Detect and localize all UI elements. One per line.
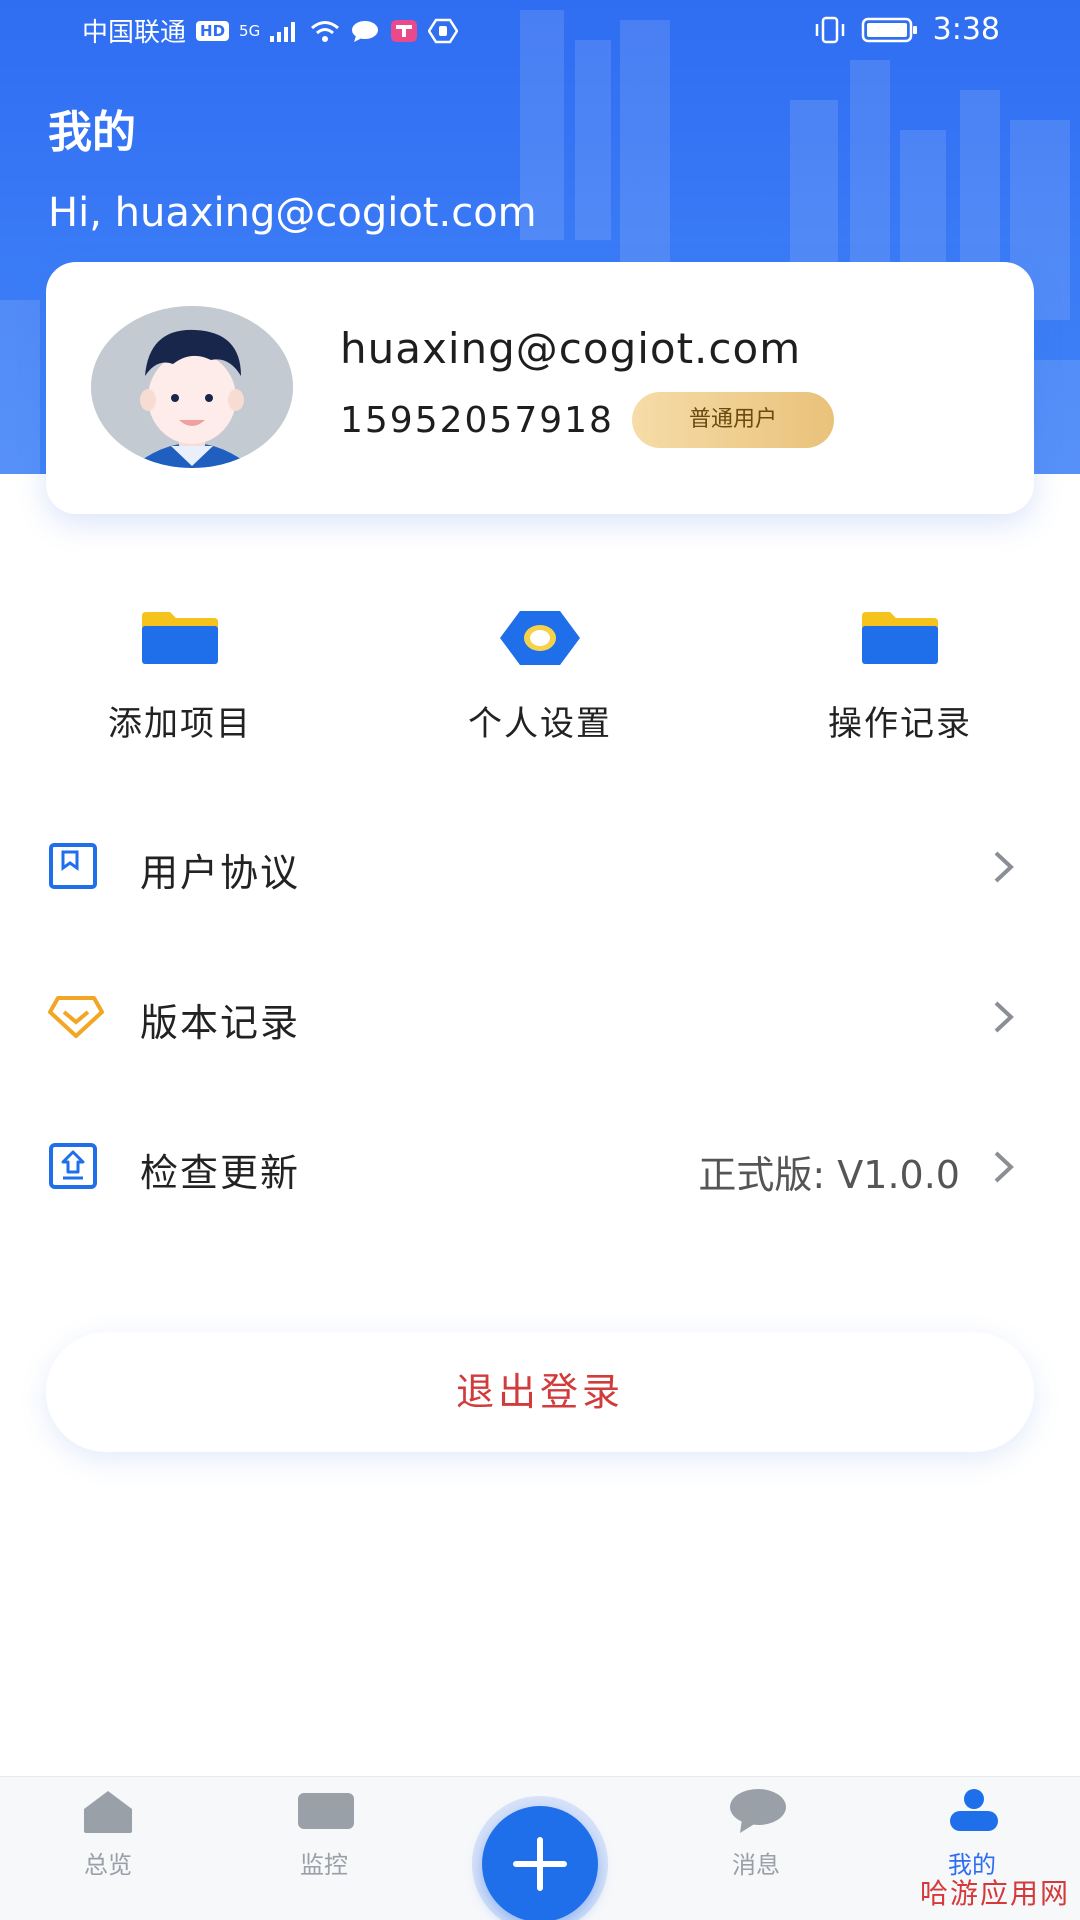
profile-card[interactable]: huaxing@cogiot.com 15952057918 普通用户 — [46, 262, 1034, 514]
tab-messages[interactable]: 消息 — [676, 1787, 836, 1880]
menu-label: 检查更新 — [140, 1151, 301, 1195]
greeting-text: Hi, huaxing@cogiot.com — [48, 190, 537, 236]
tab-monitor[interactable]: 监控 — [244, 1787, 404, 1880]
carrier-label: 中国联通 — [82, 18, 187, 48]
chevron-right-icon — [992, 1000, 1016, 1034]
tab-label: 总览 — [84, 1851, 132, 1879]
logout-button[interactable]: 退出登录 — [46, 1332, 1034, 1452]
menu-item-check-update[interactable]: 检查更新 正式版: V1.0.0 — [0, 1106, 1080, 1226]
clock: 3:38 — [932, 12, 1000, 47]
battery-icon — [861, 17, 917, 42]
quick-action-operation-log[interactable]: 操作记录 — [780, 610, 1020, 745]
update-icon — [48, 1142, 100, 1190]
menu-item-user-agreement[interactable]: 用户协议 — [0, 806, 1080, 926]
plus-icon — [513, 1837, 567, 1891]
tab-mine[interactable]: 我的 — [892, 1787, 1052, 1880]
profile-phone: 15952057918 — [340, 400, 614, 441]
vibrate-icon — [815, 16, 844, 43]
message-icon — [728, 1787, 786, 1835]
add-button[interactable] — [472, 1796, 608, 1920]
folder-icon — [140, 610, 220, 666]
quick-action-label: 个人设置 — [468, 704, 612, 744]
avatar[interactable] — [91, 306, 293, 468]
quick-action-label: 操作记录 — [828, 704, 972, 744]
quick-action-add-project[interactable]: 添加项目 — [60, 610, 300, 745]
watermark: 哈游应用网 — [919, 1877, 1070, 1910]
menu-item-version-history[interactable]: 版本记录 — [0, 956, 1080, 1076]
agreement-icon — [48, 842, 100, 890]
signal-icon — [270, 21, 296, 42]
settings-hex-icon — [500, 610, 580, 666]
tab-label: 消息 — [732, 1851, 780, 1879]
hd-badge: HD — [196, 20, 230, 41]
avatar-illustration — [91, 306, 293, 468]
quick-actions: 添加项目 个人设置 操作记录 — [0, 610, 1080, 760]
page-title: 我的 — [48, 107, 136, 158]
profile-email: huaxing@cogiot.com — [340, 324, 802, 373]
version-value: 正式版: V1.0.0 — [698, 1153, 960, 1197]
status-bar: 中国联通 HD 5G 3:38 — [0, 0, 1080, 60]
folder-icon — [860, 610, 940, 666]
user-icon — [944, 1787, 1000, 1835]
menu-label: 版本记录 — [140, 1001, 301, 1045]
add-button-circle — [482, 1806, 598, 1920]
chevron-right-icon — [992, 1150, 1016, 1184]
quick-action-personal-settings[interactable]: 个人设置 — [420, 610, 660, 745]
role-badge: 普通用户 — [632, 392, 834, 448]
wifi-icon — [311, 20, 340, 42]
tab-label: 监控 — [300, 1851, 348, 1879]
network-type: 5G — [239, 21, 261, 40]
chevron-right-icon — [992, 850, 1016, 884]
tab-overview[interactable]: 总览 — [28, 1787, 188, 1880]
shield-hand-icon — [428, 18, 459, 43]
monitor-icon — [296, 1787, 354, 1835]
profile-page: 中国联通 HD 5G 3:38 我的 Hi, huaxing@cogiot.co… — [0, 0, 1080, 1920]
menu-label: 用户协议 — [140, 851, 301, 895]
quick-action-label: 添加项目 — [108, 704, 252, 744]
app-notification-icon — [391, 19, 418, 42]
chat-bubble-icon — [352, 20, 379, 42]
version-icon — [48, 992, 104, 1040]
home-icon — [80, 1787, 136, 1835]
